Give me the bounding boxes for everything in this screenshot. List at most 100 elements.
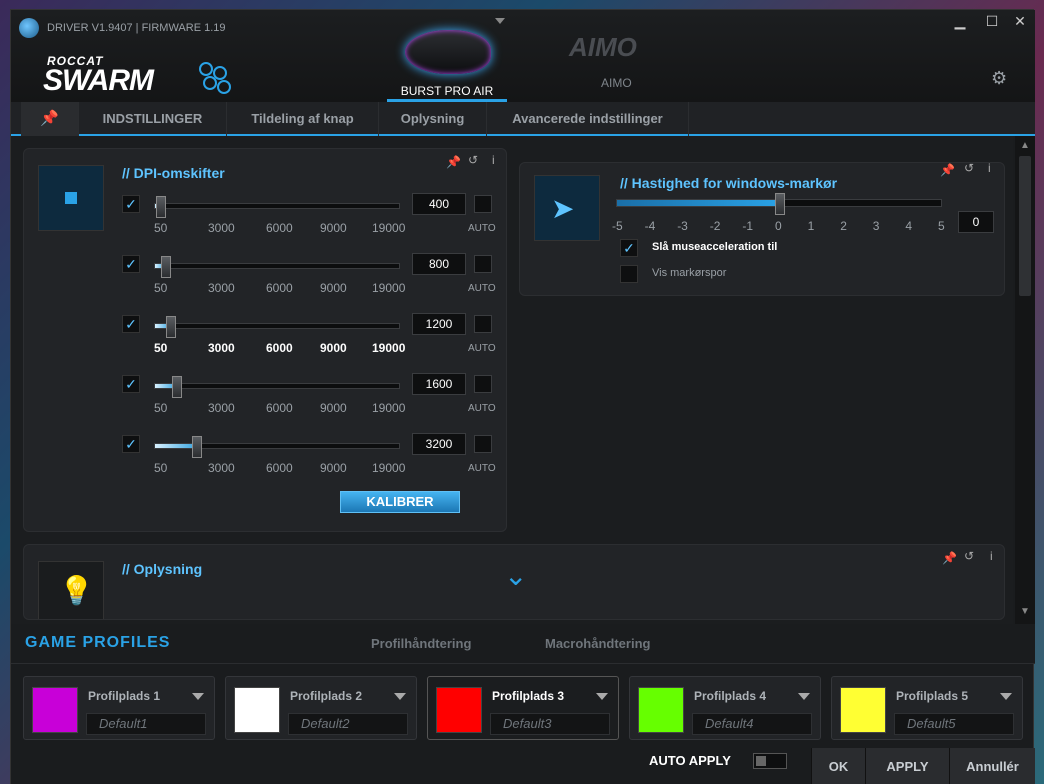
- apply-button[interactable]: APPLY: [865, 748, 949, 784]
- pointer-speed-slider[interactable]: [616, 193, 942, 215]
- maximize-icon[interactable]: ☐: [979, 10, 1005, 32]
- tick-label: 19000: [372, 341, 406, 355]
- pointer-speed-value[interactable]: 0: [958, 211, 994, 233]
- auto-label: AUTO: [468, 403, 496, 414]
- chevron-down-icon[interactable]: [192, 693, 204, 700]
- slider-thumb[interactable]: [192, 436, 203, 458]
- slider-thumb[interactable]: [166, 316, 177, 338]
- accel-checkbox[interactable]: ✓: [620, 239, 638, 257]
- tab-tildeling[interactable]: Tildeling af knap: [227, 102, 379, 136]
- dpi-value[interactable]: 800: [412, 253, 466, 275]
- dpi-checkbox[interactable]: ✓: [122, 375, 140, 393]
- tick-label: 50: [154, 221, 168, 235]
- tick-label: -1: [742, 219, 754, 233]
- dpi-checkbox[interactable]: ✓: [122, 195, 140, 213]
- dpi-slider[interactable]: [154, 316, 400, 338]
- cancel-button[interactable]: Annullér: [949, 748, 1035, 784]
- auto-apply-toggle[interactable]: [753, 753, 787, 769]
- tick-label: 6000: [266, 461, 293, 475]
- auto-checkbox[interactable]: [474, 255, 492, 273]
- profile-name-field[interactable]: Default4: [692, 713, 812, 735]
- scrollbar[interactable]: ▲ ▼: [1015, 136, 1035, 624]
- dpi-value[interactable]: 1600: [412, 373, 466, 395]
- tab-indstillinger[interactable]: INDSTILLINGER: [79, 102, 227, 136]
- profile-slot[interactable]: Profilplads 2 Default2: [225, 676, 417, 740]
- slider-thumb[interactable]: [161, 256, 172, 278]
- profile-color-swatch[interactable]: [840, 687, 886, 733]
- info-icon[interactable]: i: [492, 153, 495, 167]
- auto-checkbox[interactable]: [474, 375, 492, 393]
- slider-thumb[interactable]: [775, 193, 785, 215]
- auto-checkbox[interactable]: [474, 195, 492, 213]
- dpi-checkbox[interactable]: ✓: [122, 435, 140, 453]
- tick-label: 50: [154, 281, 168, 295]
- scroll-up-icon[interactable]: ▲: [1020, 140, 1030, 151]
- chevron-down-icon[interactable]: [596, 693, 608, 700]
- profile-slot[interactable]: Profilplads 1 Default1: [23, 676, 215, 740]
- dpi-slider[interactable]: [154, 196, 400, 218]
- pin-icon[interactable]: 📌: [942, 551, 957, 565]
- dpi-checkbox[interactable]: ✓: [122, 315, 140, 333]
- profile-color-swatch[interactable]: [234, 687, 280, 733]
- profile-name-field[interactable]: Default2: [288, 713, 408, 735]
- pin-icon[interactable]: 📌: [446, 155, 461, 169]
- profile-slot[interactable]: Profilplads 5 Default5: [831, 676, 1023, 740]
- dpi-slider[interactable]: [154, 376, 400, 398]
- pin-icon[interactable]: 📌: [940, 163, 955, 177]
- device-tab-aimo[interactable]: AIMO: [601, 76, 632, 90]
- tick-label: 3000: [208, 221, 235, 235]
- minimize-icon[interactable]: ▁: [947, 10, 973, 32]
- device-tab-burst-pro-air[interactable]: BURST PRO AIR: [387, 18, 507, 102]
- profile-name-field[interactable]: Default3: [490, 713, 610, 735]
- chevron-down-icon[interactable]: [1000, 693, 1012, 700]
- device-dropdown-icon[interactable]: [495, 18, 505, 24]
- calibrate-button[interactable]: KALIBRER: [340, 491, 460, 513]
- reset-icon[interactable]: ↺: [964, 549, 974, 563]
- info-icon[interactable]: i: [990, 549, 993, 563]
- version-text: DRIVER V1.9407 | FIRMWARE 1.19: [47, 22, 226, 34]
- gear-icon[interactable]: ⚙: [991, 68, 1007, 89]
- tick-label: 6000: [266, 281, 293, 295]
- scroll-down-icon[interactable]: ▼: [1020, 606, 1030, 617]
- profile-slot[interactable]: Profilplads 3 Default3: [427, 676, 619, 740]
- tab-macrohaandtering[interactable]: Macrohåndtering: [545, 636, 650, 651]
- profile-color-swatch[interactable]: [32, 687, 78, 733]
- dpi-title: // DPI-omskifter: [122, 165, 225, 181]
- dpi-value[interactable]: 400: [412, 193, 466, 215]
- chevron-down-icon[interactable]: [798, 693, 810, 700]
- trail-checkbox[interactable]: [620, 265, 638, 283]
- tab-avancerede[interactable]: Avancerede indstillinger: [487, 102, 689, 136]
- chevron-down-icon[interactable]: [394, 693, 406, 700]
- dpi-panel: // DPI-omskifter 📌 ↺ i ✓ 50 3000 6000 9000 1…: [23, 148, 507, 532]
- profile-color-swatch[interactable]: [638, 687, 684, 733]
- dpi-value[interactable]: 1200: [412, 313, 466, 335]
- auto-checkbox[interactable]: [474, 435, 492, 453]
- tab-oplysning[interactable]: Oplysning: [379, 102, 487, 136]
- tick-label: 50: [154, 401, 168, 415]
- tick-label: 9000: [320, 461, 347, 475]
- profile-slot[interactable]: Profilplads 4 Default4: [629, 676, 821, 740]
- profile-name-field[interactable]: Default5: [894, 713, 1014, 735]
- reset-icon[interactable]: ↺: [468, 153, 478, 167]
- profile-slot-name: Profilplads 1: [88, 689, 161, 703]
- scroll-thumb[interactable]: [1019, 156, 1031, 296]
- slider-thumb[interactable]: [171, 376, 182, 398]
- tick-label: -3: [677, 219, 688, 233]
- dpi-slider[interactable]: [154, 256, 400, 278]
- info-icon[interactable]: i: [988, 161, 991, 175]
- dpi-slider[interactable]: [154, 436, 400, 458]
- dpi-value[interactable]: 3200: [412, 433, 466, 455]
- profile-color-swatch[interactable]: [436, 687, 482, 733]
- close-icon[interactable]: ✕: [1007, 10, 1033, 32]
- pin-tab-icon[interactable]: 📌: [21, 102, 79, 136]
- profile-name-field[interactable]: Default1: [86, 713, 206, 735]
- tab-profilhaandtering[interactable]: Profilhåndtering: [371, 636, 471, 651]
- tick-label: 9000: [320, 281, 347, 295]
- tick-label: 50: [154, 461, 168, 475]
- auto-checkbox[interactable]: [474, 315, 492, 333]
- expand-chevron-icon[interactable]: ⌄: [504, 559, 527, 592]
- reset-icon[interactable]: ↺: [964, 161, 974, 175]
- slider-thumb[interactable]: [155, 196, 166, 218]
- dpi-checkbox[interactable]: ✓: [122, 255, 140, 273]
- ok-button[interactable]: OK: [811, 748, 865, 784]
